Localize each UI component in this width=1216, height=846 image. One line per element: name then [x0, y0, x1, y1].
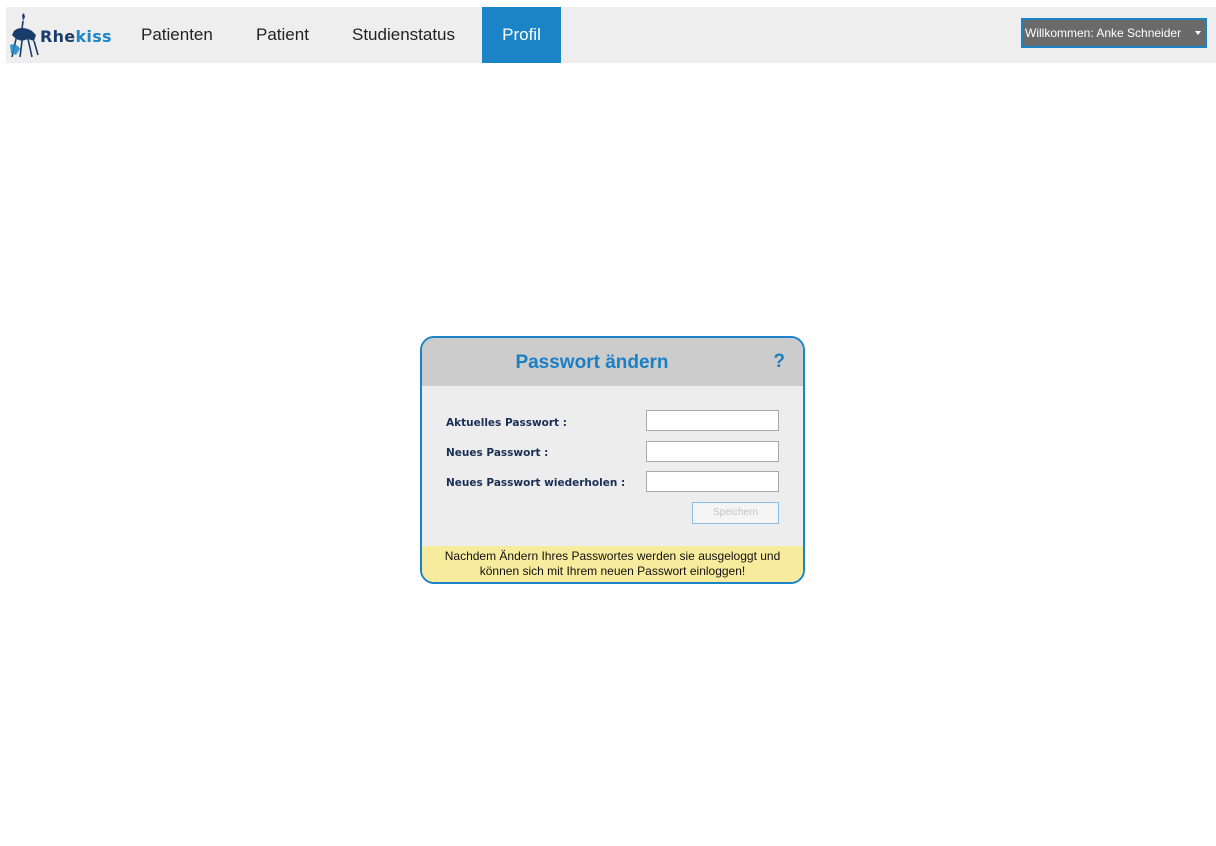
current-password-label: Aktuelles Passwort : — [446, 417, 567, 429]
top-navbar: Rhekiss Patienten Patient Studienstatus … — [6, 7, 1216, 63]
change-password-panel: Passwort ändern ? Aktuelles Passwort : N… — [420, 336, 805, 584]
new-password-field[interactable] — [646, 441, 779, 462]
nav-item-studienstatus[interactable]: Studienstatus — [352, 7, 455, 63]
panel-title: Passwort ändern — [515, 352, 669, 373]
logout-notice: Nachdem Ändern Ihres Passwortes werden s… — [422, 546, 803, 582]
repeat-password-field[interactable] — [646, 471, 779, 492]
panel-header: Passwort ändern ? — [422, 338, 803, 386]
user-menu-label: Willkommen: Anke Schneider — [1025, 26, 1182, 40]
notice-line-1: Nachdem Ändern Ihres Passwortes werden s… — [444, 549, 781, 563]
notice-line-2: können sich mit Ihrem neuen Passwort ein… — [479, 564, 746, 578]
save-button[interactable]: Speichern — [692, 502, 779, 524]
help-icon[interactable]: ? — [773, 351, 785, 373]
deer-logo-icon — [10, 13, 39, 58]
brand-name-part2: kiss — [75, 27, 112, 46]
nav-item-patient[interactable]: Patient — [256, 7, 309, 63]
new-password-label: Neues Passwort : — [446, 447, 549, 459]
caret-down-icon — [1195, 31, 1201, 35]
current-password-field[interactable] — [646, 410, 779, 431]
nav-item-patienten[interactable]: Patienten — [141, 7, 213, 63]
brand-name: Rhekiss — [40, 27, 112, 46]
brand-name-part1: Rhe — [40, 27, 76, 46]
user-menu-dropdown[interactable]: Willkommen: Anke Schneider — [1021, 18, 1207, 48]
brand-logo[interactable]: Rhekiss — [8, 11, 112, 61]
nav-item-profil[interactable]: Profil — [482, 7, 561, 63]
repeat-password-label: Neues Passwort wiederholen : — [446, 477, 626, 489]
